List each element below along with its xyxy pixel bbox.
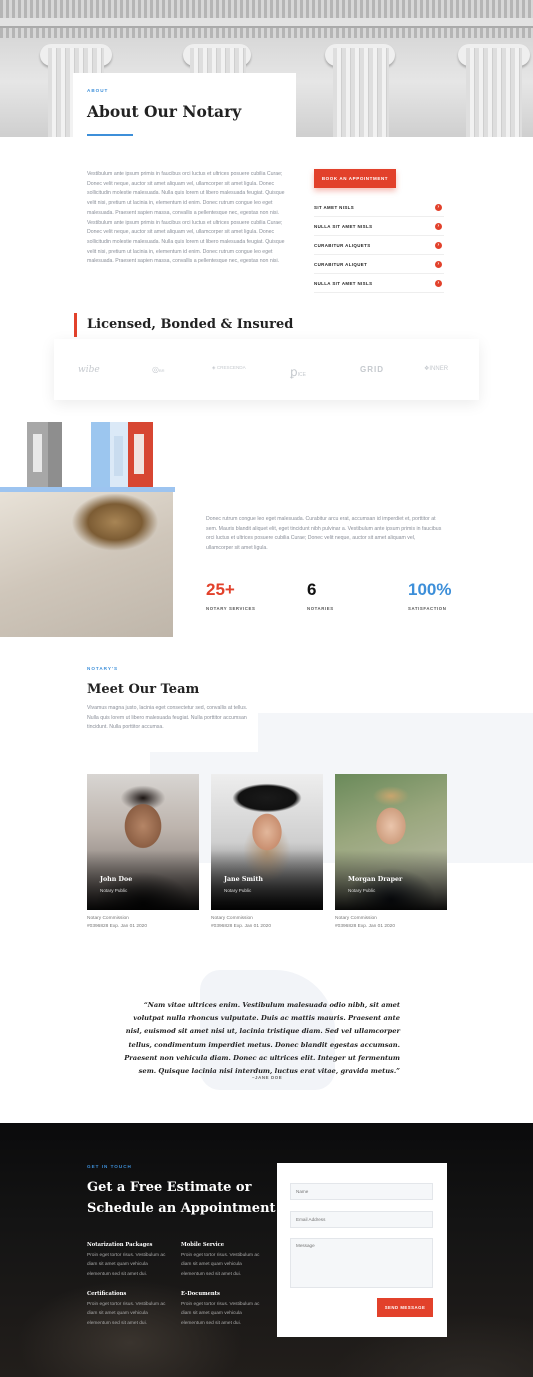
logo-crescenda: ◈ CRESCENDA (212, 365, 246, 370)
arrow-right-icon: › (435, 242, 442, 249)
about-paragraph: Vestibulum ante ipsum primis in faucibus… (87, 171, 285, 265)
binder-image (110, 422, 128, 488)
team-member-name: Jane Smith (224, 876, 263, 883)
team-card-jane[interactable]: Jane Smith Notary Public (211, 774, 323, 910)
partner-logos-panel (54, 339, 479, 400)
team-eyebrow: NOTARY'S (87, 666, 119, 671)
name-input[interactable] (290, 1183, 433, 1200)
circle-logo-icon: ◎ (152, 365, 159, 374)
arrow-right-icon: › (435, 280, 442, 287)
service-label: NULLA SIT AMET NISLS (314, 224, 373, 229)
binder-image (91, 422, 111, 488)
testimonial-quote: “Nam vitae ultrices enim. Vestibulum mal… (124, 1001, 400, 1076)
book-appointment-button[interactable]: BOOK AN APPOINTMENT (314, 169, 396, 188)
about-title: About Our Notary (87, 102, 242, 121)
stat-label-services: NOTARY SERVICES (206, 606, 256, 611)
team-member-role: Notary Public (224, 888, 252, 893)
binder-image (27, 422, 48, 488)
feature-title: Mobile Service (181, 1242, 225, 1248)
column-image (333, 48, 389, 137)
service-label: CURABITUR ALIQUETS (314, 243, 371, 248)
logo-grid: GRID (360, 365, 384, 374)
arrow-right-icon: › (435, 204, 442, 211)
email-input[interactable] (290, 1211, 433, 1228)
service-link-4[interactable]: CURABITUR ALIQUET › (314, 255, 444, 274)
letter-logo-icon: ꝑ (290, 365, 298, 379)
feature-title: Certifications (87, 1291, 127, 1297)
team-member-role: Notary Public (348, 888, 376, 893)
commission-info: Notary Commission #0396828 Exp. Jan 01 20… (335, 916, 396, 929)
service-link-3[interactable]: CURABITUR ALIQUETS › (314, 236, 444, 255)
testimonial-author: –JANE DOE (252, 1075, 283, 1080)
service-link-1[interactable]: SIT AMET NISLS › (314, 198, 444, 217)
arrow-right-icon: › (435, 261, 442, 268)
service-link-2[interactable]: NULLA SIT AMET NISLS › (314, 217, 444, 236)
logo-ice: ꝑICE (290, 365, 306, 379)
team-card-john[interactable]: John Doe Notary Public (87, 774, 199, 910)
wax-seal-photo (0, 492, 173, 637)
service-link-5[interactable]: NULLA SIT AMET NISLS › (314, 274, 444, 293)
stat-value-satisfaction: 100% (408, 580, 452, 599)
service-label: NULLA SIT AMET NISLS (314, 281, 373, 286)
stat-value-notaries: 6 (307, 580, 317, 599)
contact-section-background (0, 1123, 533, 1377)
feature-text: Proin eget tortor risus. Vestibulum ac d… (87, 1302, 166, 1326)
team-member-name: John Doe (100, 876, 133, 883)
contact-eyebrow: GET IN TOUCH (87, 1164, 132, 1169)
stat-label-satisfaction: SATISFACTION (408, 606, 447, 611)
feature-text: Proin eget tortor risus. Vestibulum ac d… (87, 1253, 166, 1277)
feature-title: Notarization Packages (87, 1242, 153, 1248)
stat-value-services: 25+ (206, 580, 235, 599)
commission-info: Notary Commission #0396828 Exp. Jan 01 20… (211, 916, 272, 929)
team-card-morgan[interactable]: Morgan Draper Notary Public (335, 774, 447, 910)
feature-text: Proin eget tortor risus. Vestibulum ac d… (181, 1253, 260, 1277)
feature-title: E-Documents (181, 1291, 220, 1297)
binder-image (128, 422, 153, 488)
logo-wibe: wibe (78, 365, 100, 375)
licensed-title: Licensed, Bonded & Insured (87, 317, 294, 332)
commission-info: Notary Commission #0396828 Exp. Jan 01 20… (87, 916, 148, 929)
service-label: CURABITUR ALIQUET (314, 262, 368, 267)
logo-inner: ❖INNER (424, 366, 449, 372)
arrow-right-icon: › (435, 223, 442, 230)
team-title: Meet Our Team (87, 682, 200, 697)
team-paragraph: Vivamus magna justo, lacinia eget consec… (87, 705, 248, 731)
diamond-logo-icon: ◈ (212, 365, 216, 370)
column-image (466, 48, 522, 137)
logo-br: ◎BR (152, 365, 165, 374)
team-member-role: Notary Public (100, 888, 128, 893)
stat-label-notaries: NOTARIES (307, 606, 334, 611)
entablature-band (0, 18, 533, 28)
message-textarea[interactable] (290, 1238, 433, 1288)
team-member-name: Morgan Draper (348, 876, 403, 883)
contact-title: Get a Free Estimate or Schedule an Appoi… (87, 1180, 276, 1216)
service-label: SIT AMET NISLS (314, 205, 355, 210)
accent-bar (74, 313, 77, 337)
send-message-button[interactable]: SEND MESSAGE (377, 1298, 433, 1317)
feature-text: Proin eget tortor risus. Vestibulum ac d… (181, 1302, 260, 1326)
about-eyebrow: ABOUT (87, 88, 109, 93)
stats-paragraph: Donec rutrum congue leo eget malesuada. … (206, 516, 442, 552)
binder-image (48, 422, 62, 488)
title-underline (87, 134, 133, 136)
